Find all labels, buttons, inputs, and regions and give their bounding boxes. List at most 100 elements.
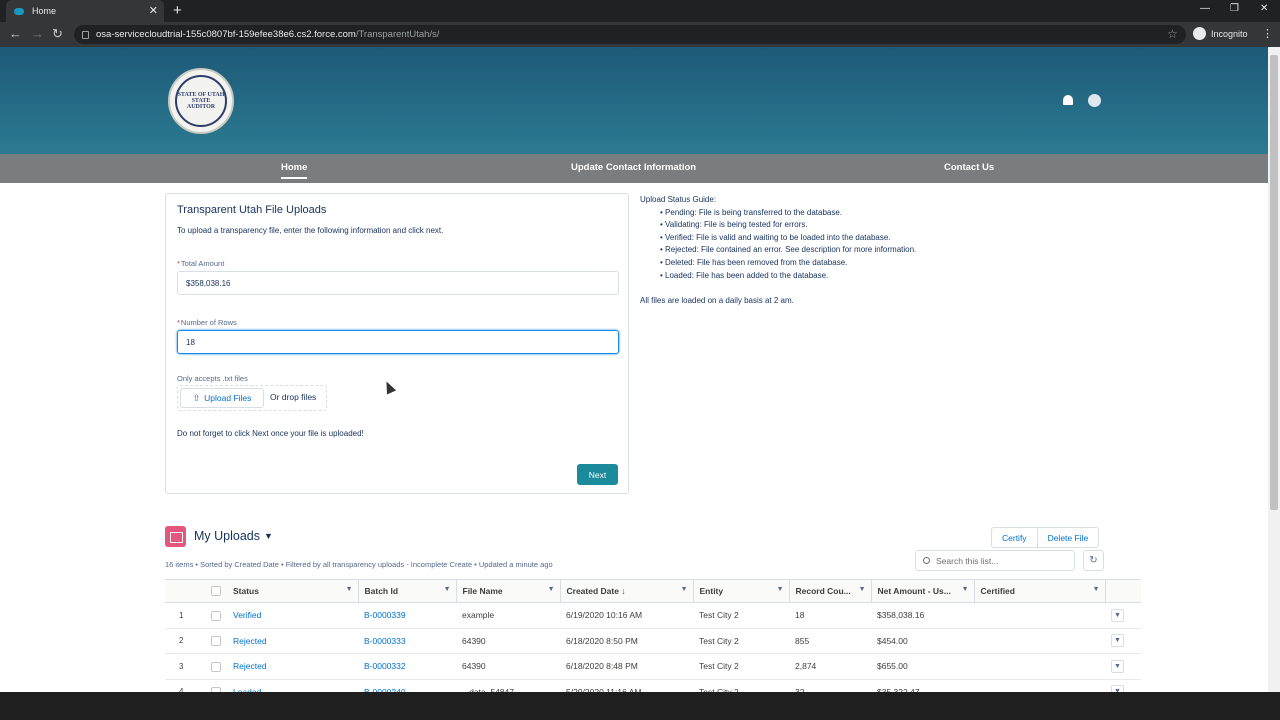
search-icon	[923, 557, 930, 564]
browser-tab[interactable]: Home ✕	[6, 0, 164, 22]
row-actions-cell[interactable]: ▼	[1105, 628, 1141, 654]
batch-id-link[interactable]: B-0000339	[358, 602, 456, 629]
table-row[interactable]: 2 Rejected B-0000333 64390 6/18/2020 8:5…	[165, 628, 1141, 654]
nav-contact-us[interactable]: Contact Us	[944, 162, 994, 173]
file-name-cell: 64390	[456, 628, 560, 654]
col-created-date[interactable]: Created Date ↓ ▼	[560, 579, 694, 603]
url-host: osa-servicecloudtrial-155c0807bf-159efee…	[96, 29, 356, 40]
bookmark-star-icon[interactable]: ☆	[1167, 27, 1178, 41]
col-file-name[interactable]: File Name ▼	[456, 579, 561, 603]
batch-id-link[interactable]: B-0000332	[358, 653, 456, 680]
guide-item-pending: Pending: File is being transferred to th…	[660, 207, 916, 220]
col-status[interactable]: Status ▼	[227, 579, 359, 603]
chevron-down-icon[interactable]: ▼	[681, 586, 688, 593]
row-actions-cell[interactable]: ▼	[1105, 653, 1141, 680]
row-select-cell[interactable]	[205, 628, 227, 654]
state-auditor-seal-logo[interactable]: STATE OF UTAH STATE AUDITOR	[168, 68, 234, 134]
total-amount-input[interactable]: $358,038.16	[177, 271, 619, 295]
guide-list: Pending: File is being transferred to th…	[640, 207, 916, 283]
scrollbar-thumb[interactable]	[1270, 55, 1278, 510]
tab-title: Home	[32, 6, 57, 16]
select-all-checkbox[interactable]	[211, 586, 221, 597]
browser-tab-strip: Home ✕ + — ❐ ✕	[0, 0, 1280, 22]
total-amount-label-text: Total Amount	[180, 259, 225, 268]
col-entity[interactable]: Entity ▼	[693, 579, 790, 603]
col-date-label: Created Date ↓	[566, 586, 626, 596]
minimize-icon[interactable]: —	[1200, 3, 1210, 14]
table-row[interactable]: 3 Rejected B-0000332 64390 6/18/2020 8:4…	[165, 653, 1141, 680]
rows-label: *Number of Rows	[177, 318, 237, 327]
row-number: 2	[165, 628, 205, 654]
list-search-input[interactable]: Search this list...	[915, 550, 1075, 571]
user-profile-icon[interactable]	[1088, 94, 1101, 107]
upload-files-button[interactable]: ⇧ Upload Files	[180, 388, 264, 408]
row-number: 3	[165, 653, 205, 680]
incognito-indicator[interactable]: Incognito	[1193, 27, 1248, 40]
record-count-cell: 18	[789, 602, 871, 629]
chevron-down-icon[interactable]: ▼	[548, 586, 555, 593]
new-tab-icon[interactable]: +	[173, 2, 182, 19]
next-button[interactable]: Next	[577, 464, 618, 485]
salesforce-favicon-icon	[14, 7, 24, 15]
notifications-bell-icon[interactable]	[1063, 95, 1073, 105]
row-select-cell[interactable]	[205, 653, 227, 680]
row-checkbox[interactable]	[211, 636, 221, 647]
nav-home[interactable]: Home	[281, 162, 308, 179]
status-link[interactable]: Rejected	[227, 653, 358, 680]
page-scrollbar[interactable]	[1268, 47, 1280, 692]
certified-cell	[974, 653, 1105, 680]
status-link[interactable]: Verified	[227, 602, 358, 629]
chevron-down-icon[interactable]: ▼	[962, 586, 969, 593]
row-checkbox[interactable]	[211, 661, 221, 672]
chevron-down-icon[interactable]: ▼	[859, 586, 866, 593]
batch-id-link[interactable]: B-0000333	[358, 628, 456, 654]
header-select-all[interactable]	[205, 579, 227, 603]
chevron-down-icon[interactable]: ▼	[444, 586, 451, 593]
status-link[interactable]: Rejected	[227, 628, 358, 654]
refresh-icon[interactable]: ↻	[1083, 550, 1104, 571]
close-tab-icon[interactable]: ✕	[149, 4, 158, 17]
number-of-rows-input[interactable]: 18	[177, 330, 619, 354]
guide-item-loaded: Loaded: File has been added to the datab…	[660, 270, 916, 283]
chevron-down-icon[interactable]: ▼	[777, 586, 784, 593]
upload-icon: ⇧	[192, 392, 201, 403]
row-menu-icon[interactable]: ▼	[1111, 634, 1124, 648]
entity-cell: Test City 2	[693, 602, 789, 629]
row-menu-icon[interactable]: ▼	[1111, 608, 1124, 622]
forward-icon[interactable]: →	[31, 26, 44, 41]
file-dropzone[interactable]: ⇧ Upload Files Or drop files	[177, 385, 327, 411]
header-rownum	[165, 579, 205, 603]
col-file-label: File Name	[462, 586, 503, 596]
entity-cell: Test City 2	[693, 628, 789, 654]
reload-icon[interactable]: ↻	[52, 26, 63, 42]
address-bar[interactable]: osa-servicecloudtrial-155c0807bf-159efee…	[74, 25, 1186, 44]
delete-file-button[interactable]: Delete File	[1036, 528, 1099, 547]
drop-files-text: Or drop files	[270, 392, 317, 402]
search-placeholder: Search this list...	[936, 555, 999, 566]
nav-update-contact[interactable]: Update Contact Information	[571, 162, 696, 173]
uploads-title: My Uploads	[194, 529, 260, 543]
row-checkbox[interactable]	[211, 610, 221, 621]
row-menu-icon[interactable]: ▼	[1111, 659, 1124, 673]
list-view-switcher-icon[interactable]: ▼	[264, 531, 273, 541]
chevron-down-icon[interactable]: ▼	[1093, 586, 1100, 593]
restore-icon[interactable]: ❐	[1230, 3, 1239, 14]
row-select-cell[interactable]	[205, 602, 227, 629]
back-icon[interactable]: ←	[9, 26, 22, 41]
net-amount-cell: $358,038.16	[871, 602, 974, 629]
incognito-label: Incognito	[1211, 28, 1248, 39]
col-record-count[interactable]: Record Cou... ▼	[789, 579, 872, 603]
table-row[interactable]: 1 Verified B-0000339 example 6/19/2020 1…	[165, 602, 1141, 629]
certify-button[interactable]: Certify	[992, 528, 1037, 547]
browser-menu-icon[interactable]: ⋮	[1262, 27, 1273, 40]
col-net-amount[interactable]: Net Amount - Us... ▼	[871, 579, 975, 603]
row-actions-cell[interactable]: ▼	[1105, 602, 1141, 629]
col-batch-id[interactable]: Batch Id ▼	[358, 579, 457, 603]
row-number: 1	[165, 602, 205, 629]
col-certified[interactable]: Certified ▼	[974, 579, 1106, 603]
close-window-icon[interactable]: ✕	[1260, 3, 1268, 14]
total-amount-label: *Total Amount	[177, 259, 224, 268]
incognito-icon	[1193, 27, 1206, 40]
chevron-down-icon[interactable]: ▼	[346, 586, 353, 593]
created-date-cell: 6/18/2020 8:48 PM	[560, 653, 693, 680]
